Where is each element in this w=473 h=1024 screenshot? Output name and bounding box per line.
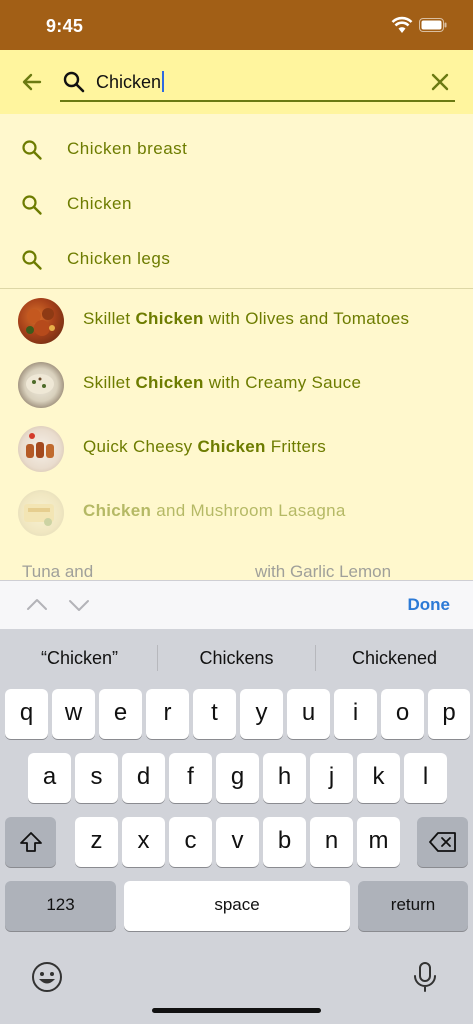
suggestion-item[interactable]: Chicken breast — [0, 123, 473, 178]
key-p[interactable]: p — [428, 689, 470, 739]
key-n[interactable]: n — [310, 817, 353, 867]
suggestion-label: Chicken legs — [67, 249, 171, 268]
recipe-title: Skillet Chicken with Creamy Sauce — [83, 373, 362, 392]
recipe-thumbnail — [18, 298, 64, 344]
clear-icon[interactable] — [429, 71, 451, 93]
key-b[interactable]: b — [263, 817, 306, 867]
key-j[interactable]: j — [310, 753, 353, 803]
background-content-peek: Tuna and with Garlic Lemon — [0, 560, 473, 580]
home-indicator — [152, 1008, 321, 1013]
key-q[interactable]: q — [5, 689, 48, 739]
search-input[interactable]: Chicken — [60, 62, 455, 102]
search-icon — [22, 195, 42, 215]
recipe-title: Chicken and Mushroom Lasagna — [83, 501, 346, 520]
suggestion-item[interactable]: Chicken legs — [0, 233, 473, 288]
suggestion-item[interactable]: Chicken — [0, 178, 473, 233]
backspace-icon — [428, 832, 456, 852]
recipe-result[interactable]: Quick Cheesy Chicken Fritters — [0, 419, 473, 483]
key-c[interactable]: c — [169, 817, 212, 867]
key-z[interactable]: z — [75, 817, 118, 867]
recipe-result[interactable]: Chicken and Mushroom Lasagna — [0, 483, 473, 547]
search-results: Chicken breast Chicken Chicken legs Skil… — [0, 114, 473, 574]
shift-key[interactable] — [5, 817, 56, 867]
key-w[interactable]: w — [52, 689, 95, 739]
battery-icon — [419, 18, 447, 32]
suggestion-label: Chicken — [67, 194, 132, 213]
recipe-result[interactable]: Skillet Chicken with Creamy Sauce — [0, 355, 473, 419]
search-query: Chicken — [96, 71, 165, 93]
prediction-item[interactable]: “Chicken” — [1, 648, 158, 669]
search-icon — [22, 250, 42, 270]
recipe-thumbnail — [18, 362, 64, 408]
space-key[interactable]: space — [124, 881, 350, 931]
key-s[interactable]: s — [75, 753, 118, 803]
key-o[interactable]: o — [381, 689, 424, 739]
recipe-result[interactable]: Skillet Chicken with Olives and Tomatoes — [0, 291, 473, 355]
key-k[interactable]: k — [357, 753, 400, 803]
microphone-icon[interactable] — [408, 960, 442, 994]
key-h[interactable]: h — [263, 753, 306, 803]
return-key[interactable]: return — [358, 881, 468, 931]
recipe-title: Quick Cheesy Chicken Fritters — [83, 437, 326, 456]
back-arrow-icon[interactable] — [18, 68, 46, 96]
predictive-text-bar: “Chicken” Chickens Chickened — [0, 629, 473, 686]
text-caret — [162, 71, 165, 92]
key-x[interactable]: x — [122, 817, 165, 867]
key-d[interactable]: d — [122, 753, 165, 803]
prediction-item[interactable]: Chickened — [316, 648, 473, 669]
key-m[interactable]: m — [357, 817, 400, 867]
done-button[interactable]: Done — [408, 595, 451, 615]
peek-text-left: Tuna and — [22, 562, 94, 580]
suggestion-label: Chicken breast — [67, 139, 188, 158]
search-icon — [63, 71, 85, 93]
search-bar: Chicken — [0, 50, 473, 114]
delete-key[interactable] — [417, 817, 468, 867]
search-icon — [22, 140, 42, 160]
recipe-thumbnail — [18, 426, 64, 472]
wifi-icon — [391, 16, 413, 33]
key-r[interactable]: r — [146, 689, 189, 739]
key-v[interactable]: v — [216, 817, 259, 867]
keyboard-accessory-bar: Done — [0, 580, 473, 629]
chevron-down-icon[interactable] — [68, 595, 90, 615]
key-t[interactable]: t — [193, 689, 236, 739]
chevron-up-icon[interactable] — [26, 595, 48, 615]
key-y[interactable]: y — [240, 689, 283, 739]
recipe-title: Skillet Chicken with Olives and Tomatoes — [83, 309, 410, 328]
peek-text-right: with Garlic Lemon — [255, 562, 392, 580]
recipe-thumbnail — [18, 490, 64, 536]
divider — [0, 288, 473, 289]
shift-icon — [19, 832, 42, 852]
status-bar: 9:45 — [0, 0, 473, 50]
prediction-item[interactable]: Chickens — [158, 648, 315, 669]
key-a[interactable]: a — [28, 753, 71, 803]
numbers-key[interactable]: 123 — [5, 881, 116, 931]
key-e[interactable]: e — [99, 689, 142, 739]
key-i[interactable]: i — [334, 689, 377, 739]
emoji-icon[interactable] — [30, 960, 64, 994]
key-g[interactable]: g — [216, 753, 259, 803]
key-l[interactable]: l — [404, 753, 447, 803]
status-time: 9:45 — [46, 16, 84, 36]
key-u[interactable]: u — [287, 689, 330, 739]
key-f[interactable]: f — [169, 753, 212, 803]
